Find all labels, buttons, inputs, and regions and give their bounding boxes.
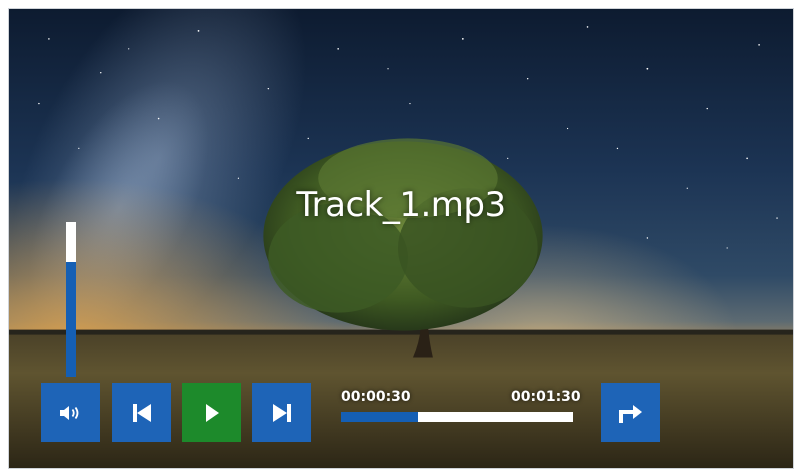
progress-fill (341, 412, 418, 422)
play-icon (205, 403, 219, 422)
play-button[interactable] (182, 383, 241, 442)
volume-button[interactable] (41, 383, 100, 442)
total-time: 00:01:30 (511, 389, 581, 405)
previous-button[interactable] (112, 383, 171, 442)
skip-back-icon (132, 403, 151, 422)
current-time: 00:00:30 (341, 389, 411, 405)
skip-forward-icon (272, 403, 291, 422)
next-button[interactable] (252, 383, 311, 442)
speaker-icon (59, 405, 78, 420)
progress-bar[interactable] (341, 412, 573, 422)
volume-slider[interactable] (66, 222, 76, 377)
share-button[interactable] (601, 383, 660, 442)
track-title: Track_1.mp3 (296, 185, 506, 225)
share-arrow-icon (618, 404, 642, 423)
media-player: Track_1.mp3 00:00:30 00:01:30 (8, 8, 794, 469)
volume-level (66, 262, 76, 377)
